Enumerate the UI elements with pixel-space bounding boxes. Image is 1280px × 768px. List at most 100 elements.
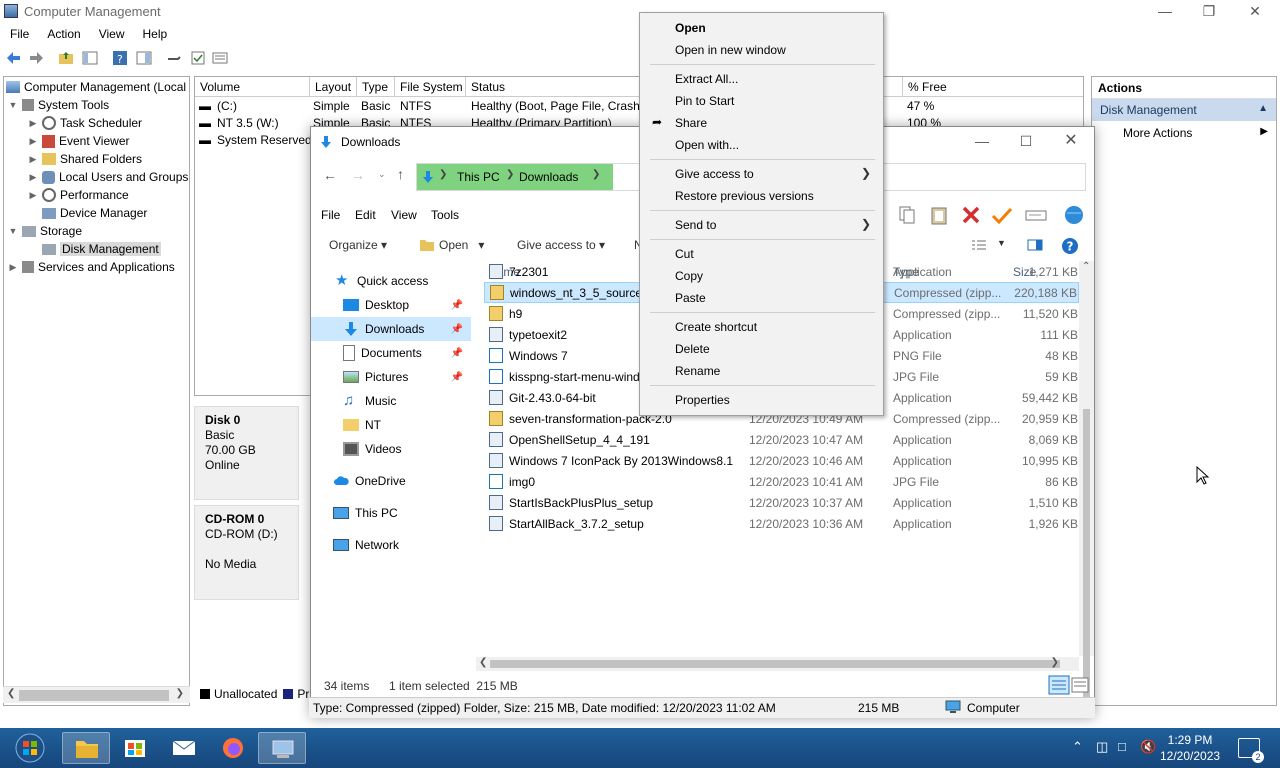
show-hidden-icons-chevron[interactable]: ⌃	[1072, 739, 1083, 755]
context-menu-item-properties[interactable]: Properties	[642, 389, 881, 411]
menu-edit[interactable]: Edit	[355, 208, 376, 222]
tree-item-system-tools[interactable]: ▼ System Tools	[8, 96, 110, 114]
tree-horizontal-scrollbar[interactable]: ❮ ❯	[3, 686, 190, 703]
connect-icon[interactable]	[166, 50, 182, 66]
nav-quick-access[interactable]: ★ Quick access	[335, 269, 475, 293]
up-arrow-icon[interactable]: ↑	[397, 166, 404, 182]
nav-network[interactable]: Network	[333, 533, 473, 557]
paste-toolbar-icon[interactable]	[929, 205, 949, 225]
scroll-right-icon[interactable]: ❯	[1051, 657, 1059, 668]
details-view-icon[interactable]	[1048, 675, 1070, 695]
tree-item-disk-management[interactable]: Disk Management	[42, 240, 161, 258]
context-menu-item-open[interactable]: Open	[642, 17, 881, 39]
disk-0-label[interactable]: Disk 0 Basic 70.00 GB Online	[194, 406, 299, 500]
col-percent-free[interactable]: % Free	[903, 77, 1083, 97]
large-icons-view-icon[interactable]	[1071, 677, 1089, 693]
show-hide-tree-icon[interactable]	[82, 50, 98, 66]
taskbar-firefox[interactable]	[209, 732, 257, 764]
menu-help[interactable]: Help	[143, 27, 168, 41]
context-menu-item-delete[interactable]: Delete	[642, 338, 881, 360]
menu-action[interactable]: Action	[47, 27, 80, 41]
delete-toolbar-icon[interactable]	[961, 205, 981, 225]
context-menu-item-open-in-new-window[interactable]: Open in new window	[642, 39, 881, 61]
scroll-right-icon[interactable]: ❯	[176, 688, 184, 699]
collapse-chevron-icon[interactable]: ▼	[8, 100, 18, 110]
copy-toolbar-icon[interactable]	[897, 205, 917, 225]
cdrom-0-label[interactable]: CD-ROM 0 CD-ROM (D:) No Media	[194, 505, 299, 600]
context-menu-item-restore-previous-versions[interactable]: Restore previous versions	[642, 185, 881, 207]
context-menu-item-cut[interactable]: Cut	[642, 243, 881, 265]
list-icon[interactable]	[212, 50, 228, 66]
nav-documents[interactable]: Documents 📌	[311, 341, 471, 365]
help-icon[interactable]: ?	[1061, 237, 1079, 255]
tree-item-shared-folders[interactable]: ▶ Shared Folders	[28, 150, 143, 168]
globe-toolbar-icon[interactable]	[1063, 205, 1085, 225]
start-button[interactable]	[6, 732, 54, 764]
tree-item-task-scheduler[interactable]: ▶ Task Scheduler	[28, 114, 142, 132]
context-menu-item-give-access-to[interactable]: Give access to ❯	[642, 163, 881, 185]
open-button[interactable]: Open ▾	[439, 238, 484, 252]
scroll-thumb[interactable]	[1083, 409, 1090, 707]
col-type[interactable]: Type	[357, 77, 395, 97]
checkmark-toolbar-icon[interactable]	[991, 205, 1013, 225]
view-options-icon[interactable]	[971, 239, 987, 251]
give-access-button[interactable]: Give access to ▾	[517, 238, 605, 252]
file-row[interactable]: OpenShellSetup_4_4_191 12/20/2023 10:47 A…	[484, 429, 1079, 450]
context-menu-item-open-with[interactable]: Open with...	[642, 134, 881, 156]
expand-chevron-icon[interactable]: ▶	[28, 136, 38, 147]
file-row[interactable]: StartAllBack_3.7.2_setup 12/20/2023 10:36…	[484, 513, 1079, 534]
scroll-left-icon[interactable]: ❮	[7, 688, 15, 699]
menu-file[interactable]: File	[10, 27, 29, 41]
expand-chevron-icon[interactable]: ▶	[8, 262, 18, 273]
volume-name[interactable]: (C:)	[217, 99, 237, 113]
expand-chevron-icon[interactable]: ▶	[28, 190, 38, 201]
nav-videos[interactable]: Videos	[311, 437, 471, 461]
file-row[interactable]: img0 12/20/2023 10:41 AM JPG File 86 KB	[484, 471, 1079, 492]
expand-chevron-icon[interactable]: ▶	[28, 118, 38, 129]
taskbar-store[interactable]	[111, 732, 159, 764]
taskbar-file-explorer[interactable]	[62, 732, 110, 764]
taskbar-computer-management[interactable]	[258, 732, 306, 764]
actions-section-disk-management[interactable]: Disk Management ▲	[1092, 99, 1276, 121]
collapse-chevron-icon[interactable]: ▼	[8, 226, 18, 236]
back-icon[interactable]	[6, 50, 22, 66]
context-menu-item-copy[interactable]: Copy	[642, 265, 881, 287]
forward-icon[interactable]	[28, 50, 44, 66]
organize-button[interactable]: Organize ▾	[329, 238, 387, 252]
maximize-button[interactable]: ❐	[1194, 2, 1224, 22]
tree-item-event-viewer[interactable]: ▶ Event Viewer	[28, 132, 130, 150]
explorer-maximize-button[interactable]: ☐	[1011, 132, 1041, 152]
context-menu-item-rename[interactable]: Rename	[642, 360, 881, 382]
volume-muted-icon[interactable]: 🔇	[1140, 739, 1156, 755]
taskbar-mail[interactable]	[160, 732, 208, 764]
nav-desktop[interactable]: Desktop 📌	[311, 293, 471, 317]
context-menu-item-create-shortcut[interactable]: Create shortcut	[642, 316, 881, 338]
expand-chevron-icon[interactable]: ▶	[28, 154, 38, 165]
collapse-up-icon[interactable]: ▲	[1258, 103, 1268, 114]
breadcrumb-this-pc[interactable]: This PC	[457, 170, 500, 184]
notifications-icon[interactable]: 2	[1238, 738, 1264, 763]
more-actions[interactable]: More Actions ▶	[1092, 121, 1276, 145]
tree-item-computer-management[interactable]: Computer Management (Local	[6, 78, 186, 96]
close-button[interactable]: ✕	[1240, 2, 1270, 22]
nav-this-pc[interactable]: This PC	[333, 501, 473, 525]
recent-dropdown-icon[interactable]: ⌄	[378, 169, 386, 180]
file-list-horizontal-scrollbar[interactable]: ❮ ❯	[476, 657, 1079, 671]
nav-onedrive[interactable]: OneDrive	[333, 469, 473, 493]
scroll-up-icon[interactable]: ⌃	[1082, 261, 1090, 272]
col-file-system[interactable]: File System	[395, 77, 466, 97]
file-row[interactable]: Windows 7 IconPack By 2013Windows8.1 12/2…	[484, 450, 1079, 471]
help-icon[interactable]: ?	[112, 50, 128, 66]
pin-icon[interactable]: 📌	[451, 324, 463, 335]
menu-file[interactable]: File	[321, 208, 340, 222]
expand-chevron-icon[interactable]: ▶	[28, 172, 38, 183]
col-volume[interactable]: Volume	[195, 77, 310, 97]
properties-pane-icon[interactable]	[136, 50, 152, 66]
tree-item-device-manager[interactable]: Device Manager	[42, 204, 147, 222]
nav-downloads[interactable]: Downloads 📌	[311, 317, 471, 341]
explorer-close-button[interactable]: ✕	[1056, 132, 1086, 152]
context-menu-item-paste[interactable]: Paste	[642, 287, 881, 309]
device-tray-icon[interactable]: ◫	[1096, 739, 1108, 755]
scroll-thumb[interactable]	[490, 660, 1060, 668]
menu-view[interactable]: View	[391, 208, 417, 222]
